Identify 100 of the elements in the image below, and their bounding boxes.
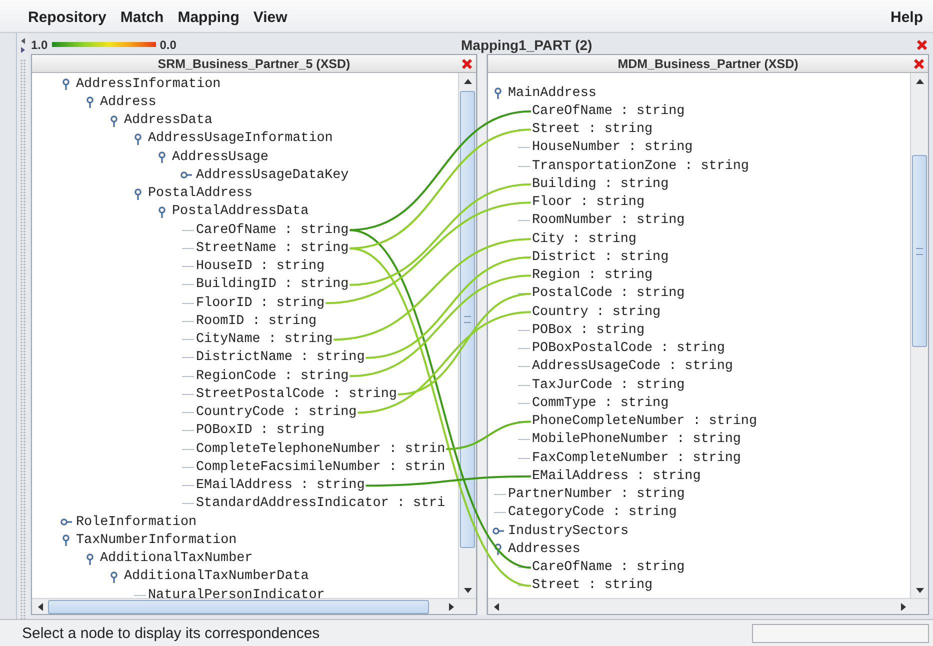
correspondence-line[interactable] xyxy=(398,292,532,396)
menu-item[interactable]: View xyxy=(253,8,288,26)
tree-leaf[interactable]: POBox : string xyxy=(532,322,644,338)
tree-leaf[interactable]: City : string xyxy=(532,232,636,247)
expanded-node-icon[interactable] xyxy=(156,151,168,164)
tree-leaf[interactable]: EMailAddress : string xyxy=(196,478,365,494)
vertical-scrollbar[interactable] xyxy=(458,73,476,598)
tree-node[interactable]: PostalAddressData xyxy=(172,204,309,220)
tree-leaf[interactable]: FloorID : string xyxy=(196,296,325,311)
tree-leaf[interactable]: TransportationZone : string xyxy=(532,158,749,174)
expanded-node-icon[interactable] xyxy=(108,114,120,127)
splitter-handle[interactable] xyxy=(20,59,26,619)
correspondence-line[interactable] xyxy=(366,475,531,487)
tree-leaf[interactable]: NaturalPersonIndicator xyxy=(148,588,325,598)
tree-leaf[interactable]: Country : string xyxy=(532,304,661,320)
tree-leaf[interactable]: TaxJurCode : string xyxy=(532,378,685,393)
tree-leaf[interactable]: DistrictName : string xyxy=(196,350,365,366)
correspondence-line[interactable] xyxy=(350,128,532,250)
tree-leaf[interactable]: RoomNumber : string xyxy=(532,213,685,228)
correspondence-line[interactable] xyxy=(446,420,532,450)
tree-leaf[interactable]: CareOfName : string xyxy=(532,104,685,119)
tree-node[interactable]: AddressInformation xyxy=(76,76,221,92)
scroll-down-icon[interactable] xyxy=(916,588,924,592)
tree-leaf[interactable]: POBoxID : string xyxy=(196,423,325,438)
tree-node[interactable]: MainAddress xyxy=(508,86,596,101)
tree-leaf[interactable]: HouseNumber : string xyxy=(532,140,693,156)
expanded-node-icon[interactable] xyxy=(60,78,72,90)
menu-item[interactable]: Repository xyxy=(28,8,106,26)
collapse-arrows-icon[interactable] xyxy=(20,37,26,55)
tree-leaf[interactable]: CityName : string xyxy=(196,332,333,348)
tree-leaf[interactable]: District : string xyxy=(532,250,669,265)
tree-node[interactable]: Addresses xyxy=(508,542,580,557)
tree-leaf[interactable]: StandardAddressIndicator : stri xyxy=(196,496,446,512)
expanded-node-icon[interactable] xyxy=(492,87,504,100)
tree-leaf[interactable]: CompleteFacsimileNumber : strin xyxy=(196,460,446,475)
tree-leaf[interactable]: Building : string xyxy=(532,176,669,192)
tree-node[interactable]: AddressUsage xyxy=(172,150,268,165)
tree-leaf[interactable]: RoomID : string xyxy=(196,314,317,329)
expanded-node-icon[interactable] xyxy=(132,188,144,200)
close-icon[interactable] xyxy=(912,57,926,71)
tree-leaf[interactable]: CategoryCode : string xyxy=(508,505,677,520)
expanded-node-icon[interactable] xyxy=(132,132,144,145)
tree-node[interactable]: RoleInformation xyxy=(76,514,197,530)
scroll-up-icon[interactable] xyxy=(916,78,924,84)
menu-item[interactable]: Match xyxy=(120,8,164,26)
horizontal-scrollbar[interactable] xyxy=(32,598,476,614)
tree-leaf[interactable]: StreetPostalCode : string xyxy=(196,386,397,402)
menu-item[interactable]: Mapping xyxy=(178,8,240,26)
tree-leaf[interactable]: RegionCode : string xyxy=(196,368,349,384)
tree-leaf[interactable]: CompleteTelephoneNumber : strin xyxy=(196,442,446,457)
tree-leaf[interactable]: POBoxPostalCode : string xyxy=(532,341,725,356)
collapsed-node-icon[interactable] xyxy=(180,169,192,182)
tree-node[interactable]: Address xyxy=(100,94,156,110)
tree-leaf[interactable]: StreetName : string xyxy=(196,240,349,256)
close-icon[interactable] xyxy=(915,38,929,52)
expanded-node-icon[interactable] xyxy=(84,96,96,108)
scroll-right-icon[interactable] xyxy=(448,602,454,610)
collapsed-node-icon[interactable] xyxy=(60,516,72,528)
vertical-scrollbar[interactable] xyxy=(910,73,928,598)
tree-node[interactable]: AdditionalTaxNumber xyxy=(100,551,253,566)
expanded-node-icon[interactable] xyxy=(84,552,96,565)
scroll-up-icon[interactable] xyxy=(464,78,472,84)
tree-leaf[interactable]: Region : string xyxy=(532,268,653,284)
tree-leaf[interactable]: BuildingID : string xyxy=(196,277,349,292)
scroll-left-icon[interactable] xyxy=(494,602,498,610)
tree-leaf[interactable]: Floor : string xyxy=(532,195,644,210)
expanded-node-icon[interactable] xyxy=(108,570,120,583)
collapsed-node-icon[interactable] xyxy=(492,525,504,538)
tree-leaf[interactable]: AddressUsageCode : string xyxy=(532,359,733,374)
tree-leaf[interactable]: PartnerNumber : string xyxy=(508,487,685,502)
tree-leaf[interactable]: CountryCode : string xyxy=(196,405,357,420)
tree-leaf[interactable]: CareOfName : string xyxy=(196,222,349,238)
correspondence-line[interactable] xyxy=(350,183,532,286)
expanded-node-icon[interactable] xyxy=(492,543,504,556)
horizontal-scrollbar[interactable] xyxy=(488,598,928,614)
expanded-node-icon[interactable] xyxy=(60,534,72,546)
tree-leaf[interactable]: MobilePhoneNumber : string xyxy=(532,432,741,448)
tree-leaf[interactable]: PostalCode : string xyxy=(532,286,685,302)
scroll-right-icon[interactable] xyxy=(900,602,906,610)
tree-node[interactable]: PostalAddress xyxy=(148,186,252,202)
tree-leaf[interactable]: Street : string xyxy=(532,122,653,138)
close-icon[interactable] xyxy=(460,57,474,71)
tree-leaf[interactable]: HouseID : string xyxy=(196,259,325,274)
tree-leaf[interactable]: CareOfName : string xyxy=(532,560,685,576)
help-menu[interactable]: Help xyxy=(890,8,923,26)
tree-leaf[interactable]: FaxCompleteNumber : string xyxy=(532,450,741,466)
tree-leaf[interactable]: EMailAddress : string xyxy=(532,468,701,484)
tree-leaf[interactable]: PhoneCompleteNumber : string xyxy=(532,414,757,430)
scroll-left-icon[interactable] xyxy=(38,602,42,610)
tree-leaf[interactable]: Street : string xyxy=(532,578,653,594)
tree-node[interactable]: AddressData xyxy=(124,113,212,128)
tree-node[interactable]: TaxNumberInformation xyxy=(76,532,237,548)
tree-node[interactable]: IndustrySectors xyxy=(508,524,629,539)
tree-node[interactable]: AddressUsageInformation xyxy=(148,131,333,146)
scroll-down-icon[interactable] xyxy=(464,588,472,592)
correspondence-line[interactable] xyxy=(350,110,532,232)
tree-node[interactable]: AddressUsageDataKey xyxy=(196,168,349,183)
tree-leaf[interactable]: CommType : string xyxy=(532,396,669,411)
expanded-node-icon[interactable] xyxy=(156,206,168,218)
tree-node[interactable]: AdditionalTaxNumberData xyxy=(124,569,309,584)
